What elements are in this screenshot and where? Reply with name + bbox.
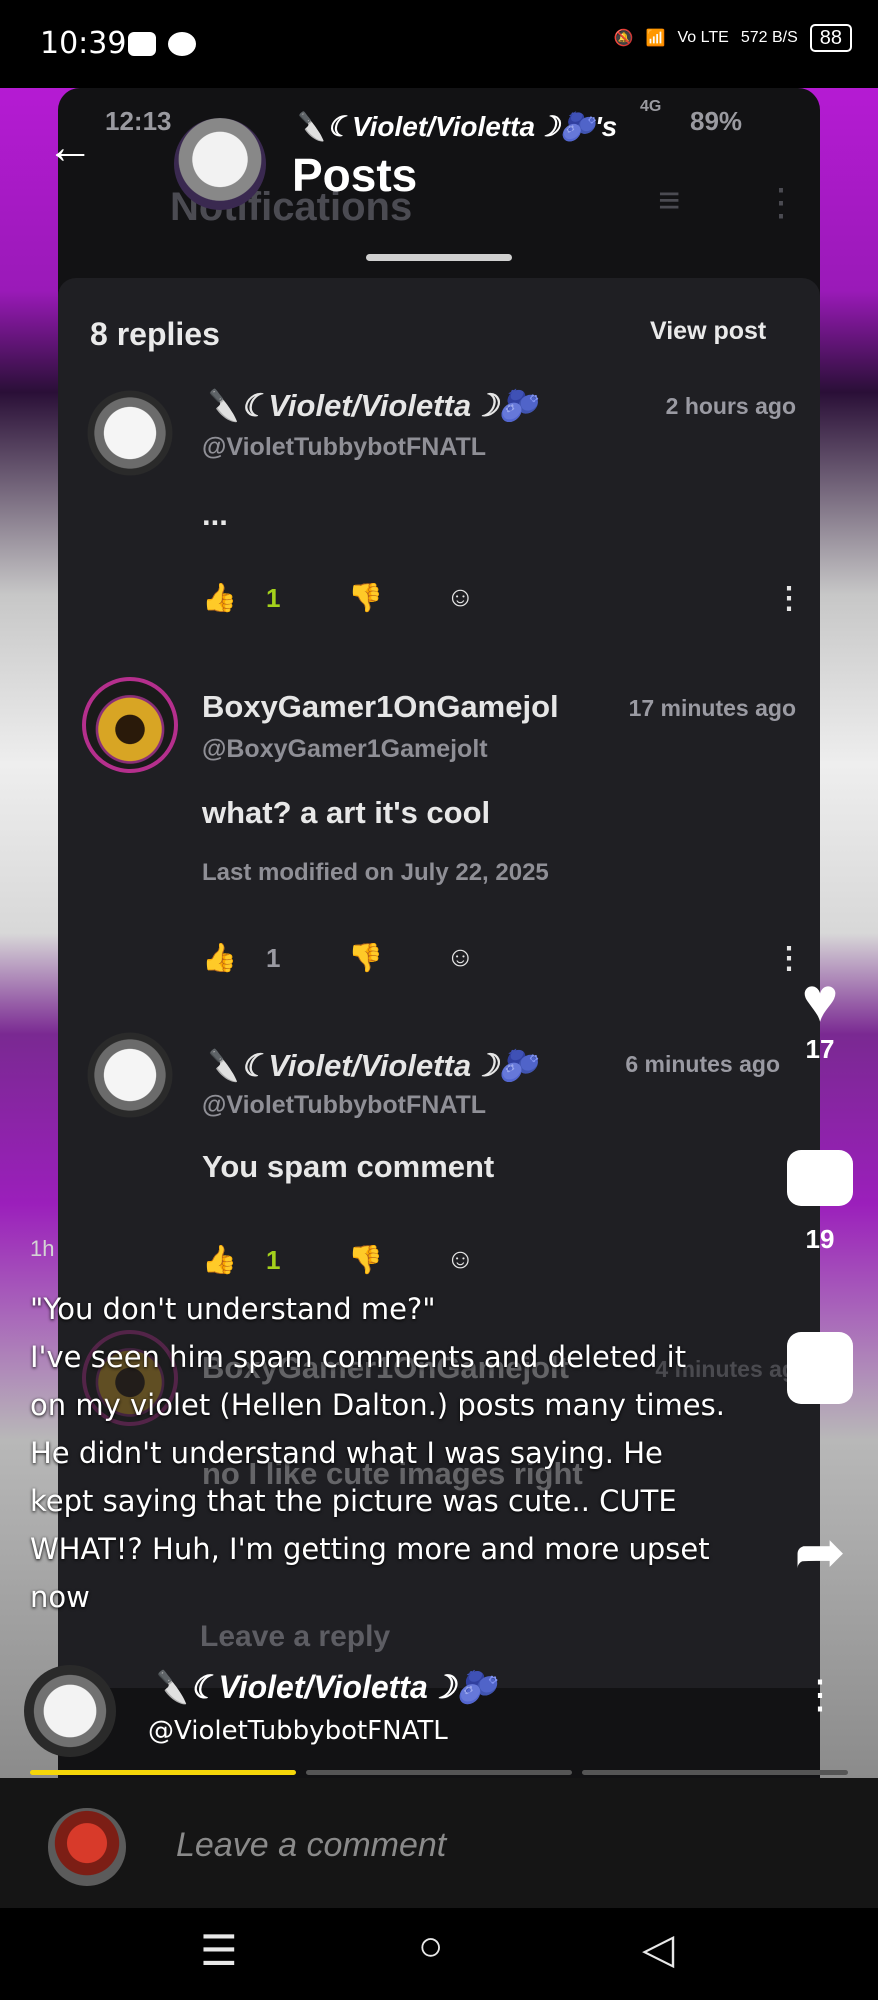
comment-time: 17 minutes ago [628, 695, 796, 721]
status-time: 10:39 [40, 26, 127, 61]
comment-avatar[interactable] [82, 1027, 178, 1123]
like-count: 1 [266, 943, 281, 973]
view-post-link[interactable]: View post [650, 317, 766, 346]
comment-time: 6 minutes ago [625, 1051, 780, 1077]
my-avatar [48, 1808, 126, 1886]
system-nav-bar: ☰ ○ ◁ [0, 1908, 878, 2000]
comment-handle[interactable]: @VioletTubbybotFNATL [202, 433, 486, 462]
share-arrow-icon[interactable]: ➦ [784, 1520, 856, 1586]
add-emoji-icon[interactable]: ☺ [446, 581, 475, 613]
comment-body: what? a art it's cool [202, 795, 491, 830]
add-emoji-icon[interactable]: ☺ [446, 941, 475, 973]
post-timestamp: 1h [30, 1236, 55, 1261]
comment-actions: 👍 1 👎 ☺ [202, 941, 802, 981]
header-title: Posts [292, 149, 418, 201]
like-count: 1 [266, 1245, 281, 1275]
youtube-notification-icon [128, 32, 156, 56]
back-nav-icon[interactable]: ◁ [642, 1924, 674, 1973]
last-modified: Last modified on July 22, 2025 [202, 859, 549, 886]
thumbs-down-icon[interactable]: 👎 [348, 941, 383, 974]
comment-body: ... [202, 497, 228, 532]
share-action[interactable]: ➦ [784, 1520, 856, 1586]
comment-time: 2 hours ago [665, 393, 796, 419]
heart-icon[interactable]: ♥ [784, 968, 856, 1034]
like-action[interactable]: ♥ 17 [784, 968, 856, 1065]
comment-handle[interactable]: @BoxyGamer1Gamejolt [202, 735, 488, 764]
back-button[interactable]: ← [46, 124, 94, 174]
poster-name[interactable]: 🔪☾Violet/Violetta☽🫐 [150, 1668, 496, 1706]
leave-comment-input[interactable]: Leave a comment [176, 1826, 446, 1865]
poster-handle[interactable]: @VioletTubbybotFNATL [148, 1716, 448, 1746]
comment-bubble-icon[interactable] [787, 1150, 853, 1206]
progress-segment-active [30, 1770, 296, 1775]
speed-label: 572 B/S [740, 29, 798, 46]
comment-author[interactable]: 🔪☾Violet/Violetta☽🫐 [202, 1047, 537, 1084]
network-label: Vo LTE [677, 29, 729, 46]
post-caption[interactable]: "You don't understand me?" I've seen him… [30, 1285, 730, 1621]
thumbs-up-icon[interactable]: 👍 [202, 941, 237, 974]
save-action[interactable] [784, 1332, 856, 1404]
comment-total: 19 [805, 1224, 835, 1254]
add-emoji-icon[interactable]: ☺ [446, 1243, 475, 1275]
post-more-icon[interactable]: ⋮ [800, 1672, 840, 1718]
poster-avatar[interactable] [24, 1665, 116, 1757]
thumbs-down-icon[interactable]: 👎 [348, 581, 383, 614]
comment-handle[interactable]: @VioletTubbybotFNATL [202, 1091, 486, 1120]
comment-body: You spam comment [202, 1149, 495, 1184]
bookmark-icon[interactable] [787, 1332, 853, 1404]
like-total: 17 [805, 1034, 835, 1064]
progress-segment [306, 1770, 572, 1775]
comment-avatar[interactable] [82, 677, 178, 773]
mute-icon: 🔕 [613, 30, 634, 47]
recents-icon[interactable]: ☰ [200, 1926, 238, 1975]
comment-more-icon[interactable]: ⋮ [774, 581, 804, 616]
status-bar: 10:39 🔕 📶 Vo LTE 572 B/S 88 [0, 0, 878, 88]
battery-indicator: 88 [809, 24, 852, 52]
wifi-icon: 📶 [645, 30, 666, 47]
header-user-name: 🔪☾Violet/Violetta☽🫐's [292, 111, 618, 142]
comment-author[interactable]: 🔪☾Violet/Violetta☽🫐 [202, 387, 537, 424]
sheet-drag-handle[interactable] [366, 254, 512, 261]
like-count: 1 [266, 583, 281, 613]
header-avatar [174, 118, 266, 210]
comment-author[interactable]: BoxyGamer1OnGamejol [202, 689, 559, 725]
leave-reply-ghost: Leave a reply [200, 1620, 391, 1653]
arrow-left-icon: ← [46, 121, 94, 174]
status-indicators: 🔕 📶 Vo LTE 572 B/S 88 [614, 24, 852, 52]
comment-action[interactable]: 19 [784, 1150, 856, 1255]
screen: 10:39 🔕 📶 Vo LTE 572 B/S 88 12:13 4G 89%… [0, 0, 878, 2000]
home-icon[interactable]: ○ [418, 1922, 443, 1970]
progress-segment [582, 1770, 848, 1775]
replies-count: 8 replies [90, 316, 220, 352]
comment-actions: 👍 1 👎 ☺ [202, 1243, 802, 1283]
comment-actions: 👍 1 👎 ☺ [202, 581, 802, 621]
message-notification-icon [168, 32, 196, 56]
thumbs-up-icon[interactable]: 👍 [202, 581, 237, 614]
thumbs-up-icon[interactable]: 👍 [202, 1243, 237, 1276]
thumbs-down-icon[interactable]: 👎 [348, 1243, 383, 1276]
comment-avatar[interactable] [82, 385, 178, 481]
